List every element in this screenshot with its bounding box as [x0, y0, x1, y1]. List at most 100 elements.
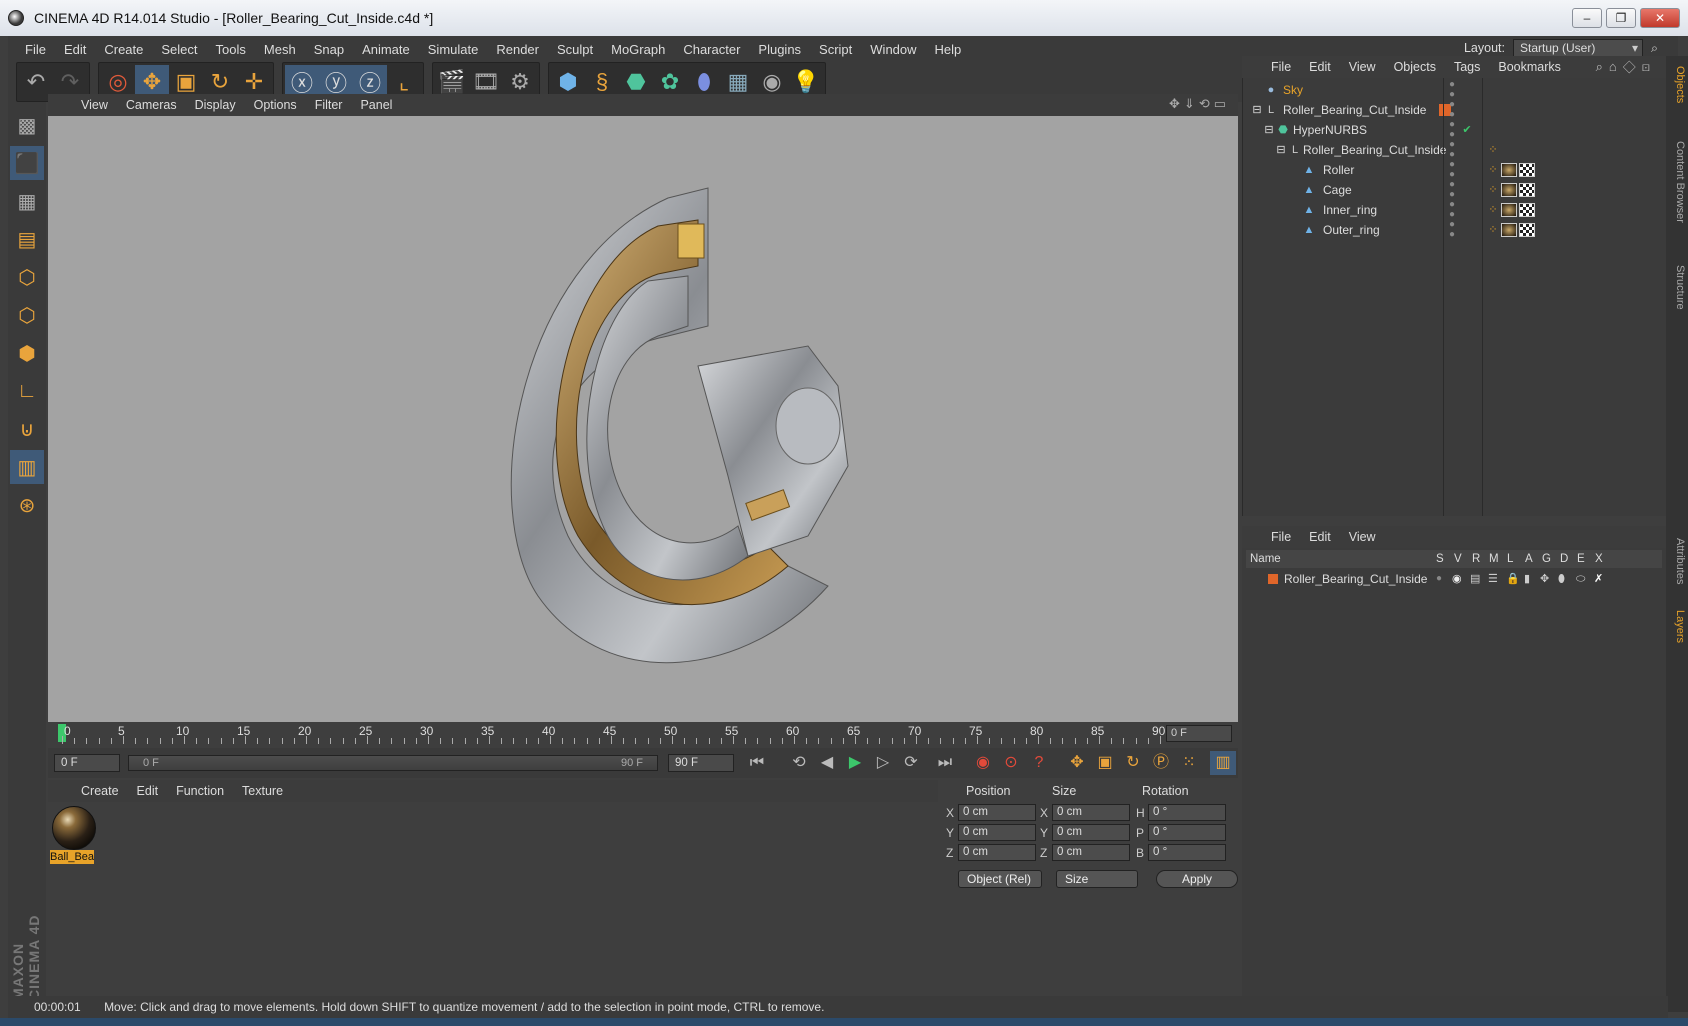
objects-menu-tags[interactable]: Tags	[1445, 60, 1489, 74]
material-tag-icon[interactable]	[1501, 203, 1517, 217]
search-icon[interactable]: ⌕	[1651, 41, 1658, 56]
texture-mode-icon[interactable]: ▦	[10, 184, 44, 218]
layer-name[interactable]: Roller_Bearing_Cut_Inside	[1284, 570, 1427, 588]
object-row-outer-ring[interactable]: ▲ Outer_ring ● ● ⁘	[1243, 220, 1667, 240]
rot-h-field[interactable]: 0 °	[1148, 804, 1226, 821]
start-frame-field[interactable]: 0 F	[54, 754, 120, 772]
next-key-icon[interactable]: ⟳	[898, 751, 924, 775]
3d-viewport[interactable]	[48, 116, 1238, 722]
axis-mode-icon[interactable]: ∟	[10, 374, 44, 408]
phong-tag-icon[interactable]: ⁘	[1487, 144, 1499, 156]
object-name[interactable]: Outer_ring	[1323, 220, 1380, 240]
viewport-menu-cameras[interactable]: Cameras	[117, 98, 186, 112]
time-range-slider[interactable]: 0 F 90 F	[128, 755, 658, 771]
layer-col-expressions[interactable]: E	[1577, 550, 1585, 568]
material-preview-ball[interactable]	[52, 806, 96, 850]
menu-select[interactable]: Select	[152, 42, 206, 57]
layout-dropdown[interactable]: Startup (User)	[1512, 39, 1643, 57]
tab-layers[interactable]: Layers	[1668, 602, 1686, 652]
menu-edit[interactable]: Edit	[55, 42, 95, 57]
material-menu-function[interactable]: Function	[167, 784, 233, 798]
object-row-cage[interactable]: ▲ Cage ● ● ⁘	[1243, 180, 1667, 200]
material-name-label[interactable]: Ball_Bea	[50, 850, 94, 864]
layer-row[interactable]: Roller_Bearing_Cut_Inside ● ◉ ▤ ☰ 🔒 ▮ ✥ …	[1246, 570, 1662, 588]
uvw-tag-icon[interactable]	[1519, 223, 1535, 237]
visibility-dots[interactable]: ● ●	[1449, 100, 1455, 120]
objects-menu-view[interactable]: View	[1340, 60, 1385, 74]
menu-tools[interactable]: Tools	[207, 42, 255, 57]
menu-snap[interactable]: Snap	[305, 42, 353, 57]
layer-generators-toggle-icon[interactable]: ✥	[1540, 570, 1549, 588]
tab-objects[interactable]: Objects	[1668, 60, 1686, 110]
objects-menu-objects[interactable]: Objects	[1385, 60, 1445, 74]
record-parameter-icon[interactable]: Ⓟ	[1148, 751, 1174, 775]
layers-menu-edit[interactable]: Edit	[1300, 530, 1340, 544]
go-to-end-icon[interactable]: ⏭	[932, 751, 958, 775]
snap-icon[interactable]: ⊛	[10, 488, 44, 522]
next-frame-icon[interactable]: ▷	[870, 751, 896, 775]
workplane-lock-icon[interactable]: ▥	[10, 450, 44, 484]
visibility-dots[interactable]: ● ●	[1449, 120, 1455, 140]
restore-button[interactable]: ❐	[1606, 8, 1636, 28]
edges-mode-icon[interactable]: ⬡	[10, 298, 44, 332]
menu-script[interactable]: Script	[810, 42, 861, 57]
uvw-tag-icon[interactable]	[1519, 203, 1535, 217]
previous-frame-icon[interactable]: ◀	[814, 751, 840, 775]
column-divider[interactable]	[1443, 78, 1444, 516]
object-manager-search-icon[interactable]: ⌕⌂◇⊡	[1596, 59, 1656, 75]
layer-col-name[interactable]: Name	[1250, 550, 1281, 568]
layer-view-toggle-icon[interactable]: ◉	[1452, 570, 1462, 588]
object-name[interactable]: Inner_ring	[1323, 200, 1377, 220]
viewport-navigation-icons[interactable]: ✥⇓⟲▭	[1169, 96, 1230, 112]
timeline-window-icon[interactable]: ▥	[1210, 751, 1236, 775]
object-name[interactable]: Roller	[1323, 160, 1354, 180]
object-name[interactable]: HyperNURBS	[1293, 120, 1367, 140]
model-mode-icon[interactable]: ⬛	[10, 146, 44, 180]
layer-col-animation[interactable]: A	[1525, 550, 1533, 568]
phong-tag-icon[interactable]: ⁘	[1487, 184, 1499, 196]
object-name[interactable]: Roller_Bearing_Cut_Inside	[1283, 100, 1426, 120]
menu-animate[interactable]: Animate	[353, 42, 419, 57]
record-active-objects-icon[interactable]: ◉	[970, 751, 996, 775]
rot-b-field[interactable]: 0 °	[1148, 844, 1226, 861]
menu-plugins[interactable]: Plugins	[749, 42, 810, 57]
uvw-tag-icon[interactable]	[1519, 163, 1535, 177]
object-row-sky[interactable]: ● Sky ● ●	[1243, 80, 1667, 100]
layers-menu-file[interactable]: File	[1262, 530, 1300, 544]
menu-window[interactable]: Window	[861, 42, 925, 57]
layer-solo-toggle[interactable]: ●	[1436, 570, 1442, 588]
pos-y-field[interactable]: 0 cm	[958, 824, 1036, 841]
points-mode-icon[interactable]: ⬡	[10, 260, 44, 294]
menu-help[interactable]: Help	[926, 42, 971, 57]
objects-menu-edit[interactable]: Edit	[1300, 60, 1340, 74]
layer-col-generators[interactable]: G	[1542, 550, 1551, 568]
layer-col-deformers[interactable]: D	[1560, 550, 1568, 568]
menu-create[interactable]: Create	[95, 42, 152, 57]
layer-color-swatch[interactable]	[1268, 574, 1278, 584]
object-row-inner-ring[interactable]: ▲ Inner_ring ● ● ⁘	[1243, 200, 1667, 220]
menu-render[interactable]: Render	[487, 42, 548, 57]
viewport-menu-filter[interactable]: Filter	[306, 98, 352, 112]
layer-xref-toggle-icon[interactable]: ✗	[1594, 570, 1603, 588]
visibility-dots[interactable]: ● ●	[1449, 140, 1455, 160]
play-icon[interactable]: ▶	[842, 751, 868, 775]
size-mode-dropdown[interactable]: Size	[1056, 870, 1138, 888]
phong-tag-icon[interactable]: ⁘	[1487, 164, 1499, 176]
object-row-hypernurbs[interactable]: ⊟ ⬣ HyperNURBS ● ● ✔	[1243, 120, 1667, 140]
record-point-level-icon[interactable]: ⁙	[1176, 751, 1202, 775]
menu-character[interactable]: Character	[674, 42, 749, 57]
layer-animation-toggle-icon[interactable]: ▮	[1524, 570, 1530, 588]
coordinate-mode-dropdown[interactable]: Object (Rel)	[958, 870, 1042, 888]
viewport-menu-options[interactable]: Options	[245, 98, 306, 112]
phong-tag-icon[interactable]: ⁘	[1487, 204, 1499, 216]
object-row-roller-bearing-child[interactable]: ⊟ L Roller_Bearing_Cut_Inside ● ● ⁘	[1243, 140, 1667, 160]
layers-menu-view[interactable]: View	[1340, 530, 1385, 544]
viewport-menu-view[interactable]: View	[72, 98, 117, 112]
end-frame-field[interactable]: 90 F	[668, 754, 734, 772]
material-menu-texture[interactable]: Texture	[233, 784, 292, 798]
keyframe-selection-icon[interactable]: ?	[1026, 751, 1052, 775]
size-x-field[interactable]: 0 cm	[1052, 804, 1130, 821]
size-z-field[interactable]: 0 cm	[1052, 844, 1130, 861]
viewport-menu-panel[interactable]: Panel	[351, 98, 401, 112]
layer-lock-toggle-icon[interactable]: 🔒	[1506, 570, 1520, 588]
